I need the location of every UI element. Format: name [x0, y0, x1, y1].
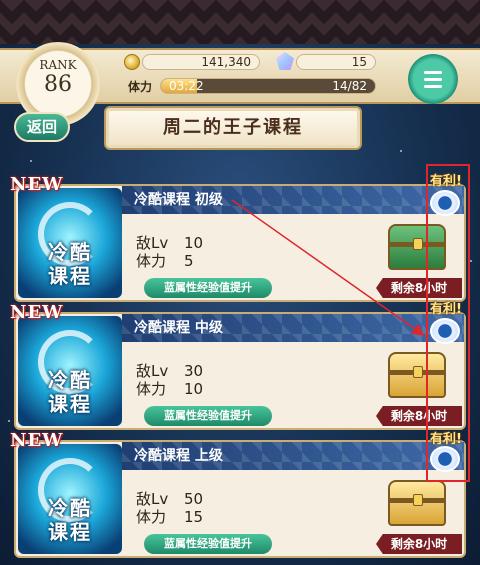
stamina-cost-label: 体力: [136, 252, 167, 270]
course-card-advanced[interactable]: 冷酷 课程 NEW 冷酷课程 上级 敌Lv 50 体力 15 蓝属性经验值提升 剩余…: [10, 430, 466, 558]
stamina-cost-value: 10: [184, 380, 204, 398]
highlight-box: [426, 164, 470, 482]
orb-label-line2: 课程: [48, 264, 92, 288]
menu-icon-line: [424, 71, 442, 74]
course-name: 冷酷课程 中级: [122, 314, 464, 342]
orb-label-line2: 课程: [48, 392, 92, 416]
course-name: 冷酷课程 初级: [122, 186, 464, 214]
cool-orb-icon: 冷酷 课程: [18, 316, 122, 426]
stamina-timer: 03:22: [169, 79, 204, 93]
course-card-intermediate[interactable]: 冷酷 课程 NEW 冷酷课程 中级 敌Lv 30 体力 10 蓝属性经验值提升 剩余…: [10, 302, 466, 430]
chest-lock: [413, 238, 423, 250]
stamina-cost: 体力 5: [136, 250, 194, 271]
exp-bonus-badge: 蓝属性经验值提升: [144, 534, 272, 554]
stamina-cost: 体力 10: [136, 378, 203, 399]
orb-label-line1: 冷酷: [48, 496, 92, 520]
stamina-cost: 体力 15: [136, 506, 203, 527]
gold-chest-icon: [388, 480, 446, 526]
chest-lock: [413, 494, 423, 506]
rank-value: 86: [44, 72, 72, 97]
coin-count: 141,340: [142, 54, 260, 70]
stamina-cost-value: 15: [184, 508, 204, 526]
exp-bonus-badge: 蓝属性经验值提升: [144, 406, 272, 426]
new-badge: NEW: [10, 174, 64, 195]
rank-label: RANK: [39, 58, 77, 72]
stamina-count: 14/82: [332, 79, 367, 93]
exp-bonus-badge: 蓝属性经验值提升: [144, 278, 272, 298]
course-name: 冷酷课程 上级: [122, 442, 464, 470]
new-badge: NEW: [10, 430, 64, 451]
page-title: 周二的王子课程: [104, 106, 362, 150]
course-card-beginner[interactable]: 冷酷 课程 NEW 冷酷课程 初级 敌Lv 10 体力 5 蓝属性经验值提升 剩余8…: [10, 174, 466, 302]
orb-label: 冷酷 课程: [18, 368, 122, 416]
time-left-badge: 剩余8小时: [376, 534, 462, 554]
coin-icon: [124, 54, 140, 70]
stamina-label: 体力: [128, 80, 153, 94]
top-decoration: [0, 0, 480, 44]
orb-label: 冷酷 课程: [18, 240, 122, 288]
back-button[interactable]: 返回: [14, 112, 70, 142]
orb-label: 冷酷 课程: [18, 496, 122, 544]
stamina-cost-value: 5: [184, 252, 194, 270]
gem-count: 15: [296, 54, 376, 70]
status-hud: RANK 86 141,340 15 体力 03:22 14/82: [0, 40, 480, 126]
cool-orb-icon: 冷酷 课程: [18, 188, 122, 298]
menu-icon-line: [424, 78, 442, 81]
menu-button[interactable]: [408, 54, 458, 104]
chest-lock: [413, 366, 423, 378]
stamina-cost-label: 体力: [136, 380, 167, 398]
orb-label-line1: 冷酷: [48, 240, 92, 264]
stamina-bar: 03:22 14/82: [160, 78, 376, 94]
stamina-cost-label: 体力: [136, 508, 167, 526]
new-badge: NEW: [10, 302, 64, 323]
cool-orb-icon: 冷酷 课程: [18, 444, 122, 554]
orb-label-line2: 课程: [48, 520, 92, 544]
menu-icon-line: [424, 85, 442, 88]
orb-label-line1: 冷酷: [48, 368, 92, 392]
